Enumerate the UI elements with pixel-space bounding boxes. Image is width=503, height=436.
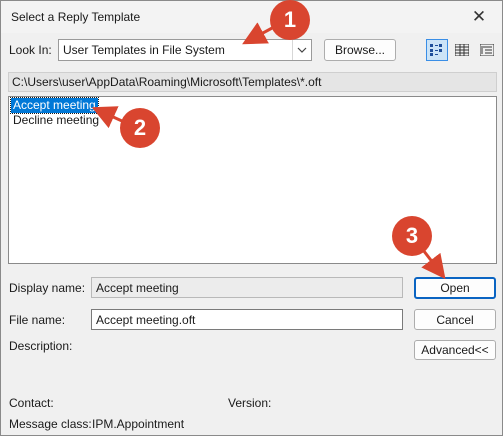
file-name-label: File name: — [9, 313, 66, 327]
dialog-title: Select a Reply Template — [11, 10, 141, 24]
message-class-label: Message class: — [9, 417, 92, 431]
title-bar: Select a Reply Template ✕ — [1, 1, 502, 33]
chevron-down-icon[interactable] — [292, 40, 311, 60]
list-item-accept-meeting[interactable]: Accept meeting — [10, 97, 99, 114]
browse-button[interactable]: Browse... — [324, 39, 396, 61]
list-view-button[interactable] — [451, 39, 473, 61]
display-name-label: Display name: — [9, 281, 86, 295]
annotation-badge-1: 1 — [270, 0, 310, 40]
open-button[interactable]: Open — [414, 277, 496, 299]
look-in-dropdown[interactable]: User Templates in File System — [58, 39, 312, 61]
close-button[interactable]: ✕ — [456, 1, 502, 33]
details-view-button[interactable] — [476, 39, 498, 61]
annotation-badge-2: 2 — [120, 108, 160, 148]
list-view-icon — [455, 44, 469, 56]
template-path: C:\Users\user\AppData\Roaming\Microsoft\… — [12, 75, 322, 89]
display-name-field: Accept meeting — [91, 277, 403, 298]
close-icon: ✕ — [471, 7, 487, 26]
annotation-badge-3: 3 — [392, 216, 432, 256]
large-icons-view-icon — [430, 44, 442, 56]
list-item-decline-meeting[interactable]: Decline meeting — [11, 113, 101, 128]
large-icons-view-button[interactable] — [426, 39, 448, 61]
message-class-value: IPM.Appointment — [92, 417, 185, 431]
version-label: Version: — [228, 396, 272, 410]
path-bar: C:\Users\user\AppData\Roaming\Microsoft\… — [8, 72, 497, 92]
look-in-label: Look In: — [9, 43, 52, 57]
file-name-value: Accept meeting.oft — [96, 313, 196, 327]
contact-label: Contact: — [9, 396, 54, 410]
display-name-value: Accept meeting — [96, 281, 179, 295]
details-view-icon — [480, 44, 494, 56]
advanced-button[interactable]: Advanced<< — [414, 340, 496, 360]
look-in-value: User Templates in File System — [63, 43, 225, 57]
file-name-field[interactable]: Accept meeting.oft — [91, 309, 403, 330]
description-label: Description: — [9, 339, 73, 353]
select-reply-template-dialog: Select a Reply Template ✕ Look In: User … — [0, 0, 503, 436]
cancel-button[interactable]: Cancel — [414, 309, 496, 330]
